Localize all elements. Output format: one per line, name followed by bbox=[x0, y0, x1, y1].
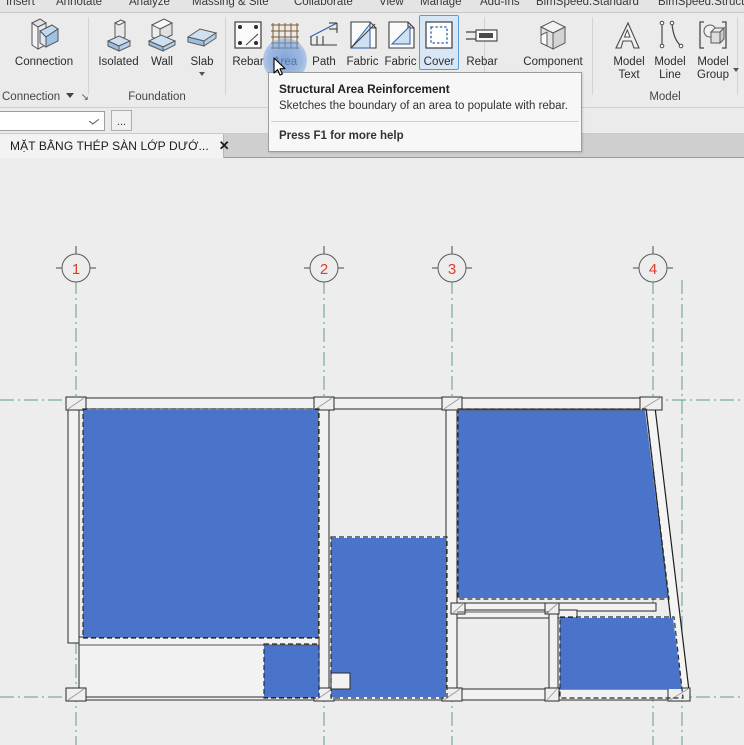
mouse-cursor bbox=[273, 57, 287, 82]
fabric-area-button[interactable]: Fabric bbox=[381, 15, 420, 70]
isolated-footing-icon bbox=[98, 16, 140, 56]
rebar-button-label: Rebar bbox=[232, 56, 264, 68]
grid-bubble-4: 4 bbox=[633, 246, 673, 283]
ribbon-tab-analyze[interactable]: Analyze bbox=[129, 0, 170, 9]
tooltip-popup: Structural Area Reinforcement Sketches t… bbox=[268, 72, 582, 152]
model-text-label-2: Text bbox=[618, 69, 640, 81]
structural-floor-plan bbox=[65, 396, 691, 702]
connection-button-label: Connection bbox=[14, 56, 74, 68]
connection-icon bbox=[23, 16, 65, 56]
model-line-label-1: Model bbox=[654, 56, 686, 68]
fabric-area-icon bbox=[380, 16, 422, 56]
isolated-footing-label: Isolated bbox=[98, 56, 139, 68]
more-settings-button[interactable]: ... bbox=[111, 110, 132, 131]
rebar-coupler-button[interactable]: Rebar bbox=[462, 15, 502, 70]
panel-dialog-launcher-icon[interactable]: ↘ bbox=[81, 92, 89, 103]
area-region-b bbox=[264, 645, 319, 697]
area-region-a bbox=[83, 410, 318, 637]
wall-footing-icon bbox=[141, 16, 183, 56]
model-group-dropdown-icon[interactable] bbox=[733, 65, 739, 72]
rebar-cover-label: Cover bbox=[423, 56, 455, 68]
tooltip-title: Structural Area Reinforcement bbox=[279, 82, 450, 96]
isolated-footing-button[interactable]: Isolated bbox=[95, 15, 142, 70]
slab-footing-icon bbox=[181, 16, 223, 56]
wall-footing-button[interactable]: Wall bbox=[142, 15, 182, 70]
panel-label-model: Model bbox=[649, 91, 681, 103]
ribbon-tab-manage[interactable]: Manage bbox=[420, 0, 462, 9]
fabric-sheet-button[interactable]: Fabric bbox=[343, 15, 382, 70]
tooltip-description: Sketches the boundary of an area to popu… bbox=[279, 100, 568, 112]
svg-text:2: 2 bbox=[320, 261, 328, 278]
model-group-icon bbox=[692, 16, 734, 56]
area-region-right-lower bbox=[560, 618, 682, 689]
wall-footing-label: Wall bbox=[151, 56, 173, 68]
model-text-button[interactable]: Model Text bbox=[608, 15, 650, 83]
view-tab-active[interactable]: MẶT BẰNG THÉP SÀN LỚP DƯỚ... ✕ bbox=[0, 134, 230, 158]
grid-bubble-1: 1 bbox=[56, 246, 96, 283]
ribbon-tab-massing-site[interactable]: Massing & Site bbox=[192, 0, 269, 9]
model-line-label-2: Line bbox=[659, 69, 681, 81]
ribbon-tab-insert[interactable]: Insert bbox=[6, 0, 35, 9]
ribbon-tab-strip: Insert Annotate Analyze Massing & Site C… bbox=[0, 0, 744, 13]
notch-cutout bbox=[330, 672, 351, 690]
slab-footing-button[interactable]: Slab bbox=[182, 15, 222, 77]
ribbon-tab-annotate[interactable]: Annotate bbox=[56, 0, 102, 9]
connection-button[interactable]: Connection bbox=[10, 15, 78, 70]
panel-divider bbox=[225, 17, 226, 95]
svg-text:1: 1 bbox=[72, 261, 80, 278]
close-icon[interactable]: ✕ bbox=[219, 139, 230, 152]
chevron-down-icon[interactable] bbox=[88, 116, 100, 125]
fabric-area-label: Fabric bbox=[384, 56, 417, 68]
rebar-coupler-label: Rebar bbox=[466, 56, 498, 68]
ribbon-tab-bimspeed-struct[interactable]: BimSpeed.Struct bbox=[658, 0, 744, 9]
component-button[interactable]: Component bbox=[513, 15, 593, 70]
path-reinforcement-icon bbox=[303, 16, 345, 56]
model-text-icon bbox=[608, 16, 650, 56]
panel-label-connection: Connection ↘ bbox=[2, 91, 89, 103]
component-button-label: Component bbox=[523, 56, 583, 68]
path-reinforcement-button[interactable]: Path bbox=[305, 15, 343, 70]
rebar-cover-icon bbox=[418, 16, 460, 56]
panel-divider bbox=[737, 17, 738, 95]
model-line-button[interactable]: Model Line bbox=[649, 15, 691, 83]
ribbon-tab-view[interactable]: View bbox=[379, 0, 404, 9]
grid-bubble-2: 2 bbox=[304, 246, 344, 283]
model-line-icon bbox=[649, 16, 691, 56]
rebar-button[interactable]: Rebar bbox=[228, 15, 268, 70]
fabric-sheet-icon bbox=[342, 16, 384, 56]
model-text-label-1: Model bbox=[613, 56, 645, 68]
slab-dropdown-icon[interactable] bbox=[199, 72, 205, 76]
drawing-canvas[interactable]: 1 2 3 4 bbox=[0, 158, 744, 745]
area-reinforcement-icon bbox=[264, 16, 306, 56]
panel-label-foundation: Foundation bbox=[128, 91, 186, 103]
model-group-label-1: Model bbox=[697, 56, 729, 68]
cover-setting-combo[interactable]: 5 mm> bbox=[0, 111, 105, 131]
rebar-cover-button[interactable]: Cover bbox=[419, 15, 459, 70]
panel-dropdown-icon[interactable] bbox=[66, 93, 75, 98]
svg-text:4: 4 bbox=[649, 261, 657, 278]
model-group-button[interactable]: Model Group bbox=[690, 15, 736, 83]
path-reinforcement-label: Path bbox=[312, 56, 336, 68]
ribbon-tab-add-ins[interactable]: Add-Ins bbox=[480, 0, 520, 9]
rebar-icon bbox=[227, 16, 269, 56]
view-tab-title: MẶT BẰNG THÉP SÀN LỚP DƯỚ... bbox=[10, 139, 209, 153]
revit-window: Insert Annotate Analyze Massing & Site C… bbox=[0, 0, 744, 745]
area-region-right-upper bbox=[458, 410, 668, 598]
grid-bubble-3: 3 bbox=[432, 246, 472, 283]
model-group-label-2: Group bbox=[697, 69, 729, 81]
panel-divider bbox=[88, 17, 89, 95]
rebar-coupler-icon bbox=[461, 16, 503, 56]
slab-footing-label: Slab bbox=[190, 56, 214, 68]
component-icon bbox=[532, 16, 574, 56]
fabric-sheet-label: Fabric bbox=[346, 56, 379, 68]
svg-text:3: 3 bbox=[448, 261, 456, 278]
ribbon-tab-bimspeed-standard[interactable]: BimSpeed.Standard bbox=[536, 0, 639, 9]
tooltip-help-hint: Press F1 for more help bbox=[279, 130, 404, 142]
ribbon-tab-collaborate[interactable]: Collaborate bbox=[294, 0, 353, 9]
